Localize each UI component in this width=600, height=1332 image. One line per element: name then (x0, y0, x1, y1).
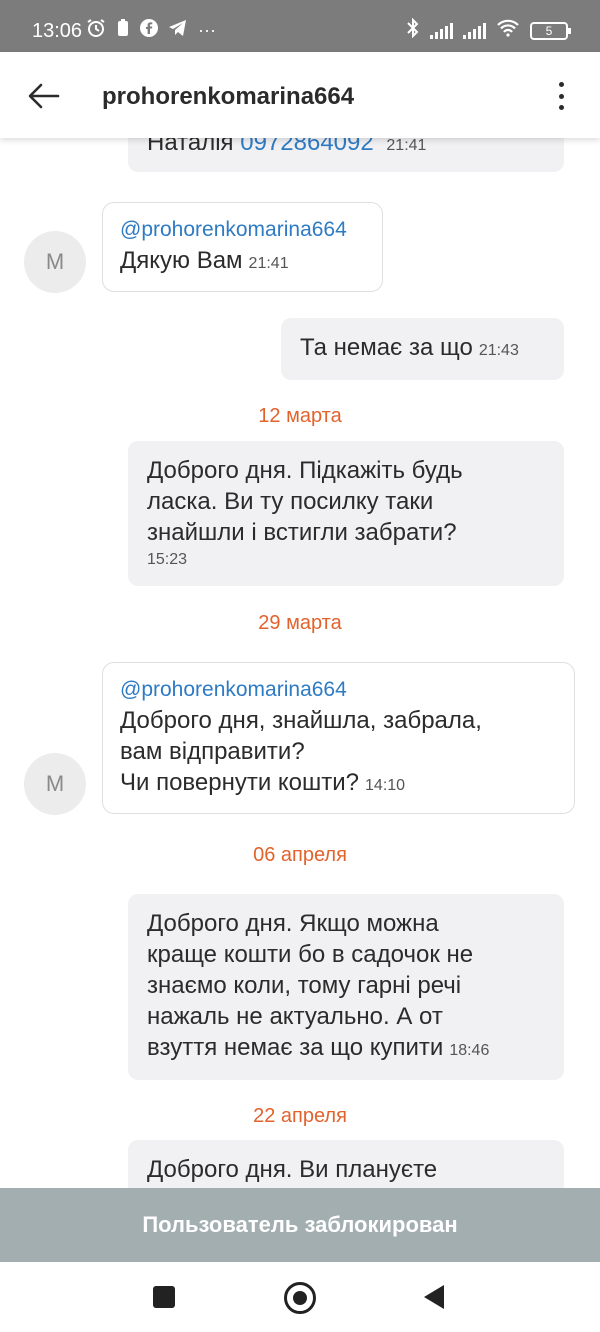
status-left-icons: ··· (86, 18, 216, 43)
status-time: 13:06 (32, 20, 83, 42)
date-separator: 06 апреля (253, 844, 347, 866)
battery-icon: 5 (530, 21, 571, 40)
message-outgoing[interactable]: Доброго дня. Ви плануєте (128, 1140, 564, 1188)
message-text: Дякую Вам (120, 247, 243, 274)
message-line: Чи повернути кошти? (120, 769, 360, 796)
more-icon: ··· (198, 20, 216, 40)
chat-header: prohorenkomarina664 (0, 52, 600, 138)
avatar[interactable]: M (24, 753, 86, 815)
message-time: 15:23 (147, 551, 188, 568)
message-time: 18:46 (449, 1042, 490, 1059)
message-incoming[interactable]: @prohorenkomarina664 Дякую Вам 21:41 (102, 202, 383, 292)
wifi-icon (496, 19, 520, 42)
back-button[interactable] (26, 78, 62, 114)
message-line: Доброго дня. Ви плануєте (147, 1156, 438, 1183)
mention-link[interactable]: @prohorenkomarina664 (120, 675, 557, 705)
avatar[interactable]: M (24, 231, 86, 293)
kebab-menu-button[interactable] (546, 78, 576, 114)
facebook-icon (140, 19, 158, 42)
message-time: 21:41 (386, 138, 427, 154)
message-text: Та немає за що (300, 334, 473, 361)
message-outgoing[interactable]: Наталія 0972864092 21:41 (128, 138, 564, 172)
message-line: знайшли і встигли забрати? (147, 519, 457, 546)
recent-apps-icon[interactable] (153, 1286, 175, 1308)
kebab-menu-icon (558, 82, 564, 87)
status-bar: 13:06 ··· 5 (0, 0, 600, 52)
message-outgoing[interactable]: Доброго дня. Якщо можна краще кошти бо в… (128, 894, 564, 1080)
status-right-icons: 5 (406, 17, 571, 43)
message-line: вам відправити? (120, 738, 305, 765)
message-line: нажаль не актуально. А от (147, 1003, 443, 1030)
message-line: знаємо коли, тому гарні речі (147, 972, 462, 999)
home-icon[interactable] (284, 1282, 316, 1314)
chat-messages[interactable]: Наталія 0972864092 21:41 M @prohorenkoma… (0, 138, 600, 1188)
message-outgoing[interactable]: Та немає за що 21:43 (281, 318, 564, 380)
message-time: 21:43 (478, 342, 519, 359)
signal-icon (430, 22, 453, 39)
system-nav-bar (0, 1262, 600, 1332)
message-line: ласка. Ви ту посилку таки (147, 488, 434, 515)
back-icon[interactable] (424, 1285, 444, 1309)
date-separator: 29 марта (258, 612, 342, 634)
message-time: 21:41 (248, 255, 289, 272)
message-line: Доброго дня. Підкажіть будь (147, 457, 463, 484)
message-outgoing[interactable]: Доброго дня. Підкажіть будь ласка. Ви ту… (128, 441, 564, 586)
bluetooth-icon (406, 17, 420, 43)
battery-saver-icon (116, 18, 130, 43)
message-time: 14:10 (365, 777, 406, 794)
date-separator: 22 апреля (253, 1105, 347, 1127)
mention-link[interactable]: @prohorenkomarina664 (120, 215, 365, 245)
arrow-left-icon (28, 83, 60, 109)
alarm-icon (86, 18, 106, 43)
date-separator: 12 марта (258, 405, 342, 427)
message-line: взуття немає за що купити (147, 1034, 444, 1061)
message-line: Доброго дня, знайшла, забрала, (120, 707, 482, 734)
page-title: prohorenkomarina664 (102, 83, 355, 110)
message-line: Доброго дня. Якщо можна (147, 910, 439, 937)
message-line: краще кошти бо в садочок не (147, 941, 474, 968)
message-incoming[interactable]: @prohorenkomarina664 Доброго дня, знайшл… (102, 662, 575, 814)
signal-icon (463, 22, 486, 39)
contact-name: Наталія (147, 138, 234, 156)
phone-link[interactable]: 0972864092 (240, 138, 373, 156)
blocked-user-banner: Пользователь заблокирован (0, 1188, 600, 1262)
telegram-icon (168, 19, 188, 42)
